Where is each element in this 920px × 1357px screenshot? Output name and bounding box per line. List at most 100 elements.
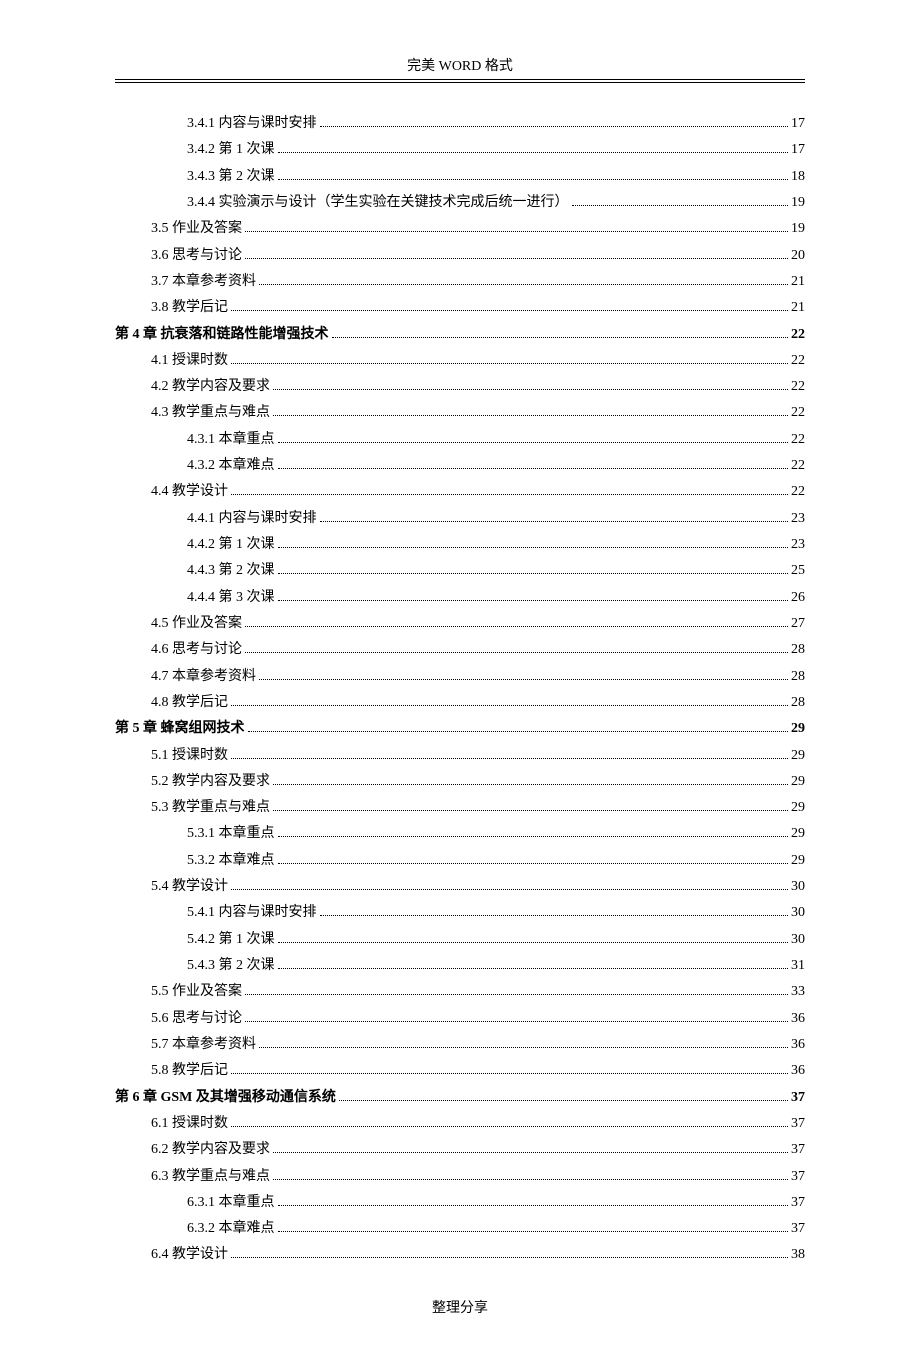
toc-entry-label: 4.6 思考与讨论: [151, 637, 242, 663]
toc-entry[interactable]: 4.4 教学设计22: [115, 479, 805, 505]
toc-entry[interactable]: 6.2 教学内容及要求37: [115, 1137, 805, 1163]
toc-entry-label: 4.7 本章参考资料: [151, 664, 256, 690]
toc-entry-page: 36: [791, 1032, 805, 1058]
toc-entry-page: 37: [791, 1216, 805, 1242]
toc-entry-label: 5.7 本章参考资料: [151, 1032, 256, 1058]
toc-entry[interactable]: 4.4.3 第 2 次课 25: [115, 558, 805, 584]
toc-entry-label: 5.4.3 第 2 次课: [187, 953, 275, 979]
toc-entry[interactable]: 5.1 授课时数 29: [115, 743, 805, 769]
toc-entry-page: 36: [791, 1058, 805, 1084]
toc-entry-page: 23: [791, 532, 805, 558]
toc-entry[interactable]: 6.4 教学设计38: [115, 1242, 805, 1268]
toc-entry[interactable]: 5.7 本章参考资料 36: [115, 1032, 805, 1058]
toc-entry-page: 22: [791, 427, 805, 453]
toc-entry[interactable]: 6.3.1 本章重点37: [115, 1190, 805, 1216]
toc-entry[interactable]: 3.6 思考与讨论20: [115, 243, 805, 269]
toc-entry[interactable]: 5.3 教学重点与难点29: [115, 795, 805, 821]
toc-entry-page: 28: [791, 637, 805, 663]
toc-leader-dots: [248, 724, 789, 732]
toc-entry[interactable]: 4.4.4 第 3 次课26: [115, 585, 805, 611]
toc-leader-dots: [273, 1171, 788, 1179]
toc-entry-label: 4.5 作业及答案: [151, 611, 242, 637]
toc-entry-label: 3.4.2 第 1 次课: [187, 137, 275, 163]
toc-entry-page: 17: [791, 137, 805, 163]
toc-leader-dots: [231, 750, 788, 758]
toc-entry[interactable]: 6.1 授课时数37: [115, 1111, 805, 1137]
header-rule: [115, 82, 805, 83]
toc-entry[interactable]: 3.8 教学后记21: [115, 295, 805, 321]
toc-entry[interactable]: 4.3 教学重点与难点22: [115, 400, 805, 426]
toc-entry[interactable]: 5.4.3 第 2 次课 31: [115, 953, 805, 979]
toc-entry[interactable]: 4.7 本章参考资料28: [115, 664, 805, 690]
toc-entry-page: 29: [791, 821, 805, 847]
toc-entry-label: 6.2 教学内容及要求: [151, 1137, 270, 1163]
toc-leader-dots: [278, 592, 789, 600]
toc-entry-label: 4.4.4 第 3 次课: [187, 585, 275, 611]
toc-entry-page: 25: [791, 558, 805, 584]
toc-entry-label: 4.3.1 本章重点: [187, 427, 275, 453]
toc-entry-label: 3.4.4 实验演示与设计（学生实验在关键技术完成后统一进行）: [187, 190, 569, 216]
toc-entry[interactable]: 4.4.2 第 1 次课 23: [115, 532, 805, 558]
toc-entry-label: 6.4 教学设计: [151, 1242, 228, 1268]
toc-leader-dots: [231, 697, 788, 705]
toc-entry[interactable]: 5.5 作业及答案33: [115, 979, 805, 1005]
toc-entry[interactable]: 第 4 章 抗衰落和链路性能增强技术 22: [115, 322, 805, 348]
toc-entry[interactable]: 5.2 教学内容及要求29: [115, 769, 805, 795]
toc-entry[interactable]: 4.5 作业及答案27: [115, 611, 805, 637]
toc-leader-dots: [572, 198, 789, 206]
toc-entry[interactable]: 3.7 本章参考资料 21: [115, 269, 805, 295]
toc-leader-dots: [273, 408, 788, 416]
toc-leader-dots: [245, 987, 788, 995]
toc-entry-page: 22: [791, 348, 805, 374]
page-header: 完美 WORD 格式: [115, 55, 805, 80]
toc-entry-page: 22: [791, 453, 805, 479]
toc-entry-page: 21: [791, 269, 805, 295]
toc-leader-dots: [273, 1145, 788, 1153]
toc-entry[interactable]: 3.4.2 第 1 次课 17: [115, 137, 805, 163]
toc-leader-dots: [320, 513, 789, 521]
toc-leader-dots: [245, 619, 788, 627]
toc-entry-label: 5.4 教学设计: [151, 874, 228, 900]
toc-entry-page: 30: [791, 874, 805, 900]
toc-entry[interactable]: 4.6 思考与讨论 28: [115, 637, 805, 663]
toc-entry-label: 4.4.3 第 2 次课: [187, 558, 275, 584]
toc-entry-page: 29: [791, 769, 805, 795]
toc-leader-dots: [278, 540, 789, 548]
toc-entry-page: 37: [791, 1190, 805, 1216]
toc-entry[interactable]: 5.4.1 内容与课时安排30: [115, 900, 805, 926]
toc-entry[interactable]: 4.3.2 本章难点22: [115, 453, 805, 479]
toc-leader-dots: [273, 776, 788, 784]
toc-entry-label: 3.5 作业及答案: [151, 216, 242, 242]
toc-entry-label: 5.6 思考与讨论: [151, 1006, 242, 1032]
toc-entry[interactable]: 5.4.2 第 1 次课30: [115, 927, 805, 953]
toc-entry[interactable]: 5.3.2 本章难点29: [115, 848, 805, 874]
toc-entry[interactable]: 3.4.1 内容与课时安排17: [115, 111, 805, 137]
toc-entry-page: 36: [791, 1006, 805, 1032]
toc-leader-dots: [278, 829, 789, 837]
toc-entry-label: 4.4.2 第 1 次课: [187, 532, 275, 558]
toc-entry[interactable]: 3.5 作业及答案19: [115, 216, 805, 242]
toc-entry[interactable]: 3.4.4 实验演示与设计（学生实验在关键技术完成后统一进行）19: [115, 190, 805, 216]
toc-entry-page: 20: [791, 243, 805, 269]
toc-entry[interactable]: 4.2 教学内容及要求22: [115, 374, 805, 400]
toc-entry[interactable]: 6.3 教学重点与难点37: [115, 1164, 805, 1190]
toc-entry[interactable]: 5.6 思考与讨论 36: [115, 1006, 805, 1032]
toc-leader-dots: [245, 1013, 788, 1021]
toc-entry[interactable]: 4.8 教学后记28: [115, 690, 805, 716]
toc-entry[interactable]: 5.4 教学设计 30: [115, 874, 805, 900]
toc-entry[interactable]: 6.3.2 本章难点37: [115, 1216, 805, 1242]
toc-entry[interactable]: 4.4.1 内容与课时安排23: [115, 506, 805, 532]
toc-entry-label: 3.7 本章参考资料: [151, 269, 256, 295]
toc-entry-label: 4.4 教学设计: [151, 479, 228, 505]
toc-entry[interactable]: 第 6 章 GSM 及其增强移动通信系统 37: [115, 1085, 805, 1111]
toc-entry-page: 29: [791, 743, 805, 769]
toc-entry-page: 31: [791, 953, 805, 979]
toc-entry-page: 22: [791, 400, 805, 426]
toc-entry[interactable]: 5.3.1 本章重点29: [115, 821, 805, 847]
toc-entry[interactable]: 5.8 教学后记36: [115, 1058, 805, 1084]
toc-entry[interactable]: 4.3.1 本章重点 22: [115, 427, 805, 453]
toc-entry-label: 5.1 授课时数: [151, 743, 228, 769]
toc-entry[interactable]: 3.4.3 第 2 次课18: [115, 164, 805, 190]
toc-entry[interactable]: 4.1 授课时数22: [115, 348, 805, 374]
toc-entry[interactable]: 第 5 章 蜂窝组网技术 29: [115, 716, 805, 742]
